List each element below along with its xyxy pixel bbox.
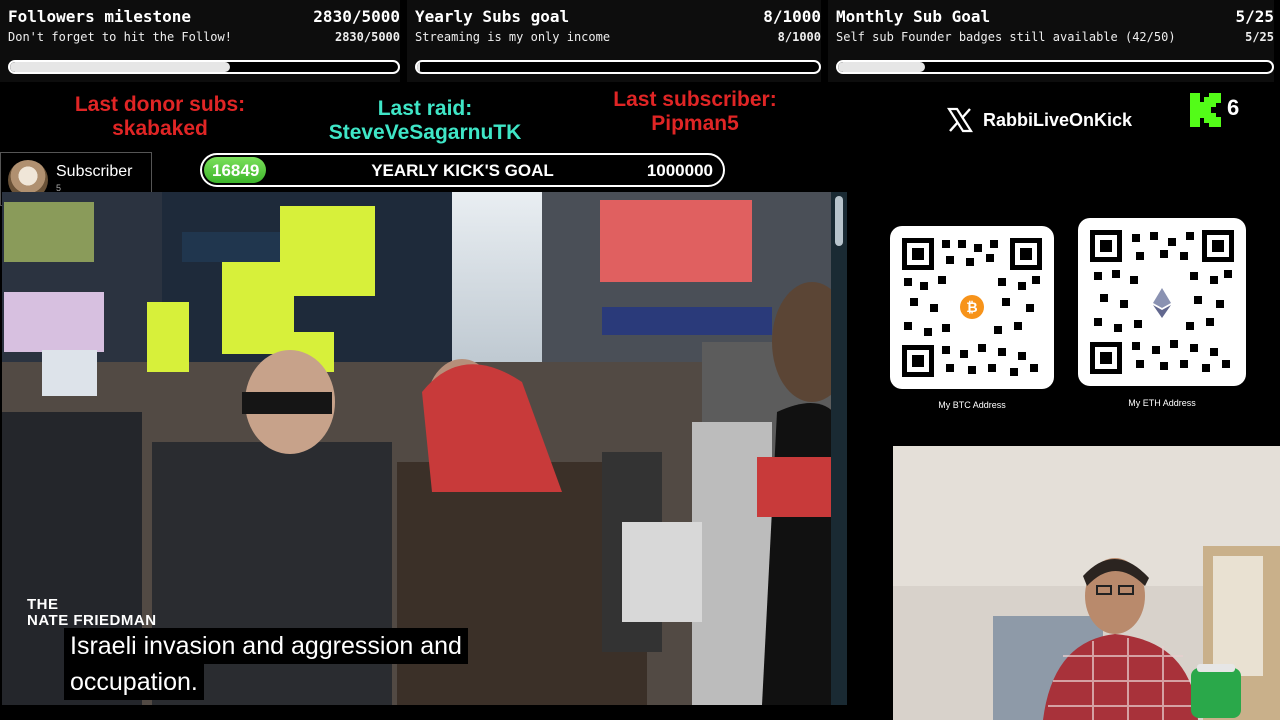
watermark-line-2: NATE FRIEDMAN [27, 612, 157, 629]
last-donor-subs: Last donor subs: skabaked [40, 93, 280, 141]
goal-count: 2830/5000 [313, 7, 400, 26]
goal-progress-bar [836, 60, 1274, 74]
goal-progress-bar [415, 60, 821, 74]
qr-pattern: ₿ [902, 238, 1042, 377]
subscriber-label: Subscriber [56, 163, 133, 180]
btc-qr-code: ₿ [890, 226, 1054, 389]
goal-progress-fill [10, 62, 230, 72]
monthly-sub-goal-widget: Monthly Sub Goal 5/25 Self sub Founder b… [828, 0, 1274, 82]
btc-address-label: My BTC Address [938, 400, 1006, 410]
last-subscriber-label: Last subscriber: [613, 88, 777, 111]
kicks-goal-target: 1000000 [646, 161, 713, 180]
scrollbar-thumb[interactable] [835, 196, 843, 246]
yearly-subs-goal-widget: Yearly Subs goal 8/1000 Streaming is my … [407, 0, 821, 82]
followers-goal-widget: Followers milestone 2830/5000 Don't forg… [0, 0, 400, 82]
goal-subtitle: Self sub Founder badges still available … [836, 30, 1176, 44]
last-subscriber: Last subscriber: Pipman5 [570, 88, 820, 136]
kick-logo-icon [1190, 93, 1221, 127]
goal-progress-fill [417, 62, 421, 72]
last-raid-name: SteveVeSagarnuTK [328, 121, 522, 144]
yearly-kicks-goal-bar: 16849 YEARLY KICK'S GOAL 1000000 [200, 153, 725, 187]
x-handle: RabbiLiveOnKick [983, 110, 1133, 130]
goal-subtitle: Streaming is my only income [415, 30, 611, 44]
last-raid-label: Last raid: [377, 97, 473, 120]
video-player[interactable]: THE NATE FRIEDMAN Israeli invasion and a… [2, 192, 847, 705]
webcam-feed [893, 446, 1280, 720]
goal-title: Monthly Sub Goal [836, 7, 991, 26]
svg-text:₿: ₿ [966, 300, 977, 316]
x-logo-icon [946, 107, 974, 133]
goal-subcount: 5/25 [1245, 30, 1274, 44]
goal-progress-fill [838, 62, 925, 72]
goal-count: 8/1000 [763, 7, 821, 26]
goal-subtitle: Don't forget to hit the Follow! [8, 30, 232, 44]
goal-title: Followers milestone [8, 7, 192, 26]
last-raid: Last raid: SteveVeSagarnuTK [300, 97, 550, 145]
last-donor-name: skabaked [112, 117, 208, 140]
eth-qr-code [1078, 218, 1246, 386]
last-donor-label: Last donor subs: [74, 93, 246, 116]
last-subscriber-name: Pipman5 [651, 112, 739, 135]
watermark-line-1: THE [27, 596, 59, 613]
caption-line-2: occupation. [64, 664, 204, 700]
goal-count: 5/25 [1235, 7, 1274, 26]
webcam-image [893, 446, 1280, 720]
channel-watermark: THE NATE FRIEDMAN [27, 597, 157, 629]
video-captions: Israeli invasion and aggression and occu… [64, 628, 478, 700]
qr-pattern [1090, 230, 1234, 374]
goal-subcount: 2830/5000 [334, 30, 400, 44]
kick-viewer-count: 6 [1227, 95, 1240, 120]
eth-address-label: My ETH Address [1128, 398, 1196, 408]
goal-title: Yearly Subs goal [415, 7, 570, 26]
goal-subcount: 8/1000 [777, 30, 821, 44]
kicks-goal-label: YEARLY KICK'S GOAL [371, 161, 554, 180]
caption-line-1: Israeli invasion and aggression and [64, 628, 468, 664]
goal-progress-bar [8, 60, 400, 74]
video-scrollbar[interactable] [831, 192, 847, 705]
